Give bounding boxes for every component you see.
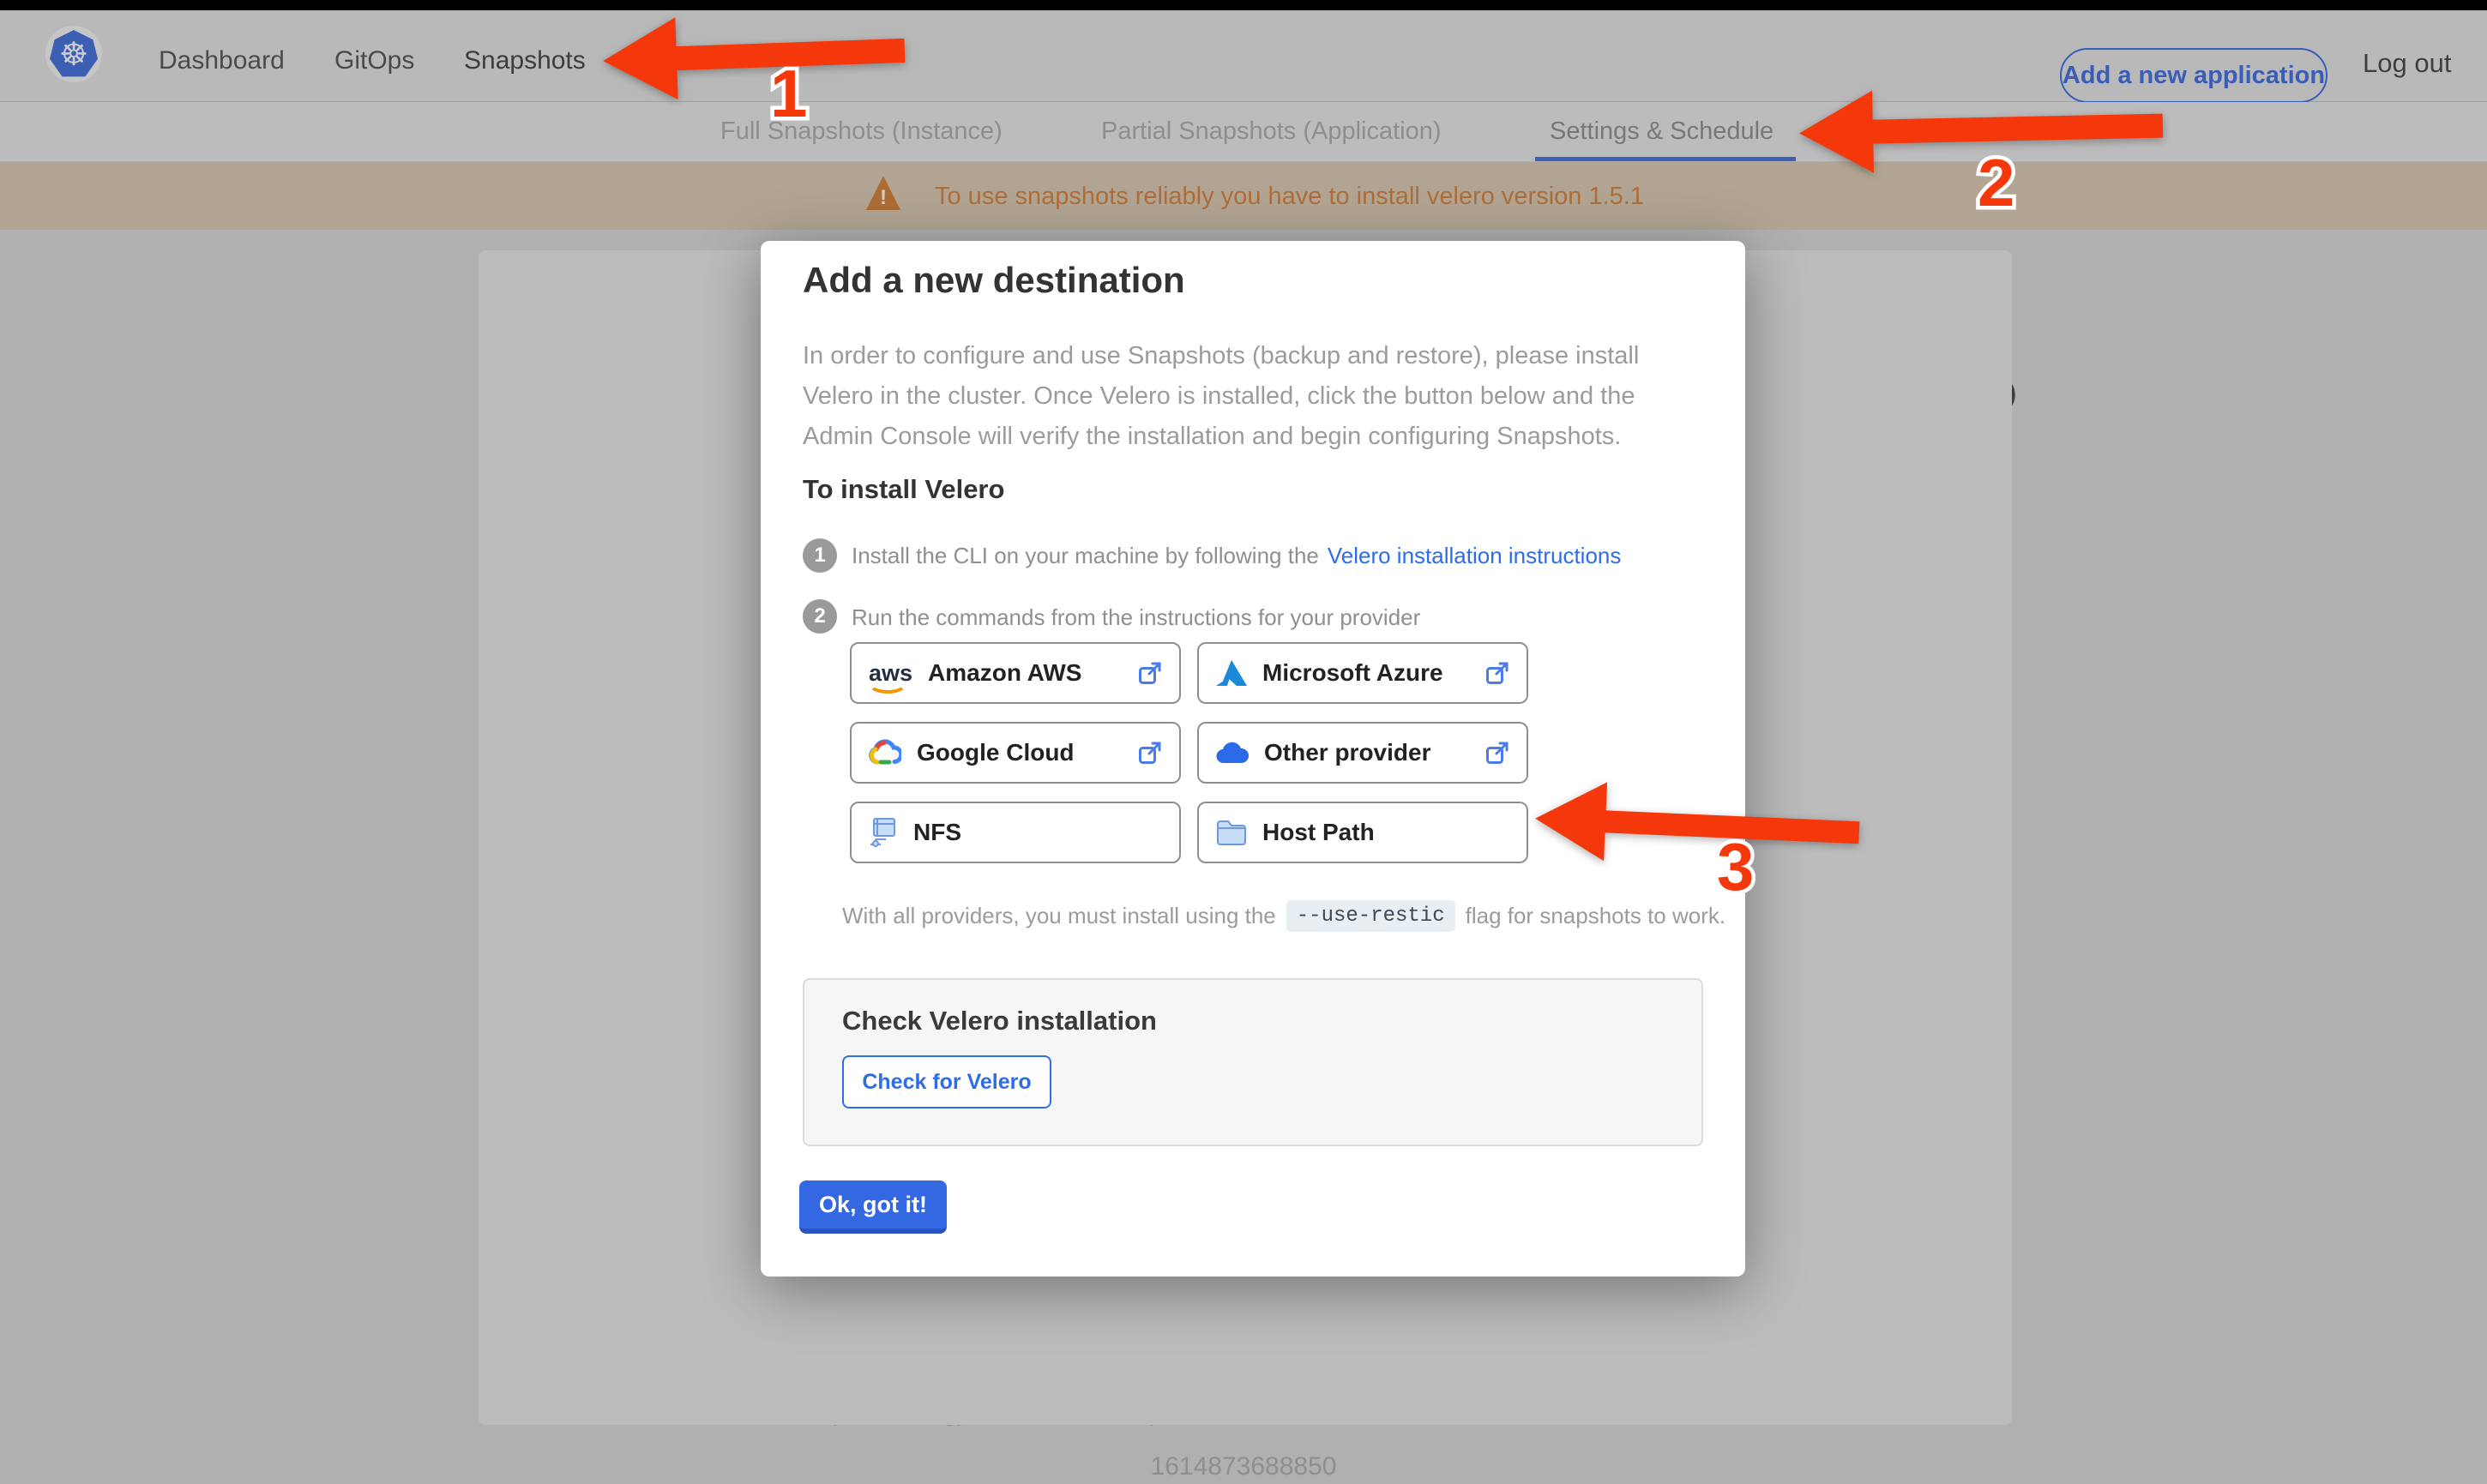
- screen: ☸ Dashboard GitOps Snapshots Add a new a…: [0, 0, 2487, 1484]
- nav-item-gitops[interactable]: GitOps: [334, 46, 414, 75]
- annotation-arrow-1: [601, 9, 906, 103]
- warning-triangle-icon: !: [866, 176, 900, 210]
- annotation-number-1: 1: [766, 52, 810, 135]
- kubernetes-wheel-icon: ☸: [50, 30, 98, 77]
- kubernetes-logo: ☸: [45, 26, 102, 82]
- cloud-icon: [1216, 742, 1249, 764]
- velero-warning-banner: ! To use snapshots reliably you have to …: [0, 162, 2487, 230]
- external-link-icon: [1486, 742, 1508, 764]
- step-1-text: Install the CLI on your machine by follo…: [852, 543, 1622, 568]
- modal-intro-line: Admin Console will verify the installati…: [803, 423, 1622, 450]
- nfs-icon: [870, 818, 895, 847]
- active-tab-underline: [1535, 157, 1796, 161]
- provider-button-aws[interactable]: aws Amazon AWS: [850, 642, 1181, 704]
- external-link-icon: [1486, 662, 1508, 684]
- modal-intro-line: In order to configure and use Snapshots …: [803, 342, 1640, 369]
- modal-intro-line: Velero in the cluster. Once Velero is in…: [803, 382, 1635, 410]
- logout-link[interactable]: Log out: [2363, 48, 2451, 79]
- aws-icon: aws: [868, 661, 912, 694]
- external-link-icon: [1139, 742, 1161, 764]
- top-black-bar: [0, 0, 2487, 10]
- provider-button-google-cloud[interactable]: Google Cloud: [850, 722, 1181, 784]
- annotation-arrow-3: [1533, 778, 1861, 872]
- check-velero-title: Check Velero installation: [842, 1006, 1157, 1036]
- add-destination-modal: Add a new destination In order to config…: [761, 241, 1745, 1277]
- warning-text: To use snapshots reliably you have to in…: [935, 183, 1644, 210]
- nav-item-snapshots[interactable]: Snapshots: [464, 46, 586, 75]
- velero-instructions-link[interactable]: Velero installation instructions: [1328, 543, 1622, 568]
- tab-settings-schedule[interactable]: Settings & Schedule: [1550, 117, 1773, 146]
- footer-timestamp: 1614873688850: [1150, 1452, 1337, 1481]
- provider-button-host-path[interactable]: Host Path: [1197, 802, 1528, 863]
- check-for-velero-button[interactable]: Check for Velero: [842, 1055, 1051, 1108]
- step-2-text: Run the commands from the instructions f…: [852, 604, 1421, 630]
- azure-icon: [1216, 660, 1247, 686]
- annotation-number-3: 3: [1713, 826, 1757, 909]
- restic-note: With all providers, you must install usi…: [842, 900, 1725, 932]
- google-cloud-icon: [869, 739, 901, 765]
- provider-button-azure[interactable]: Microsoft Azure: [1197, 642, 1528, 704]
- provider-button-other[interactable]: Other provider: [1197, 722, 1528, 784]
- use-restic-code: --use-restic: [1286, 900, 1455, 932]
- folder-icon: [1217, 820, 1246, 845]
- tab-partial-snapshots[interactable]: Partial Snapshots (Application): [1101, 117, 1442, 146]
- modal-title: Add a new destination: [803, 260, 1185, 300]
- check-velero-box: Check Velero installation Check for Vele…: [803, 978, 1703, 1146]
- step-2-badge: 2: [803, 599, 837, 634]
- provider-button-nfs[interactable]: NFS: [850, 802, 1181, 863]
- annotation-number-2: 2: [1973, 141, 2018, 225]
- step-1-badge: 1: [803, 538, 837, 573]
- external-link-icon: [1139, 662, 1161, 684]
- tab-full-snapshots[interactable]: Full Snapshots (Instance): [720, 117, 1003, 146]
- install-velero-heading: To install Velero: [803, 474, 1005, 504]
- ok-got-it-button[interactable]: Ok, got it!: [799, 1181, 947, 1234]
- nav-item-dashboard[interactable]: Dashboard: [159, 46, 285, 75]
